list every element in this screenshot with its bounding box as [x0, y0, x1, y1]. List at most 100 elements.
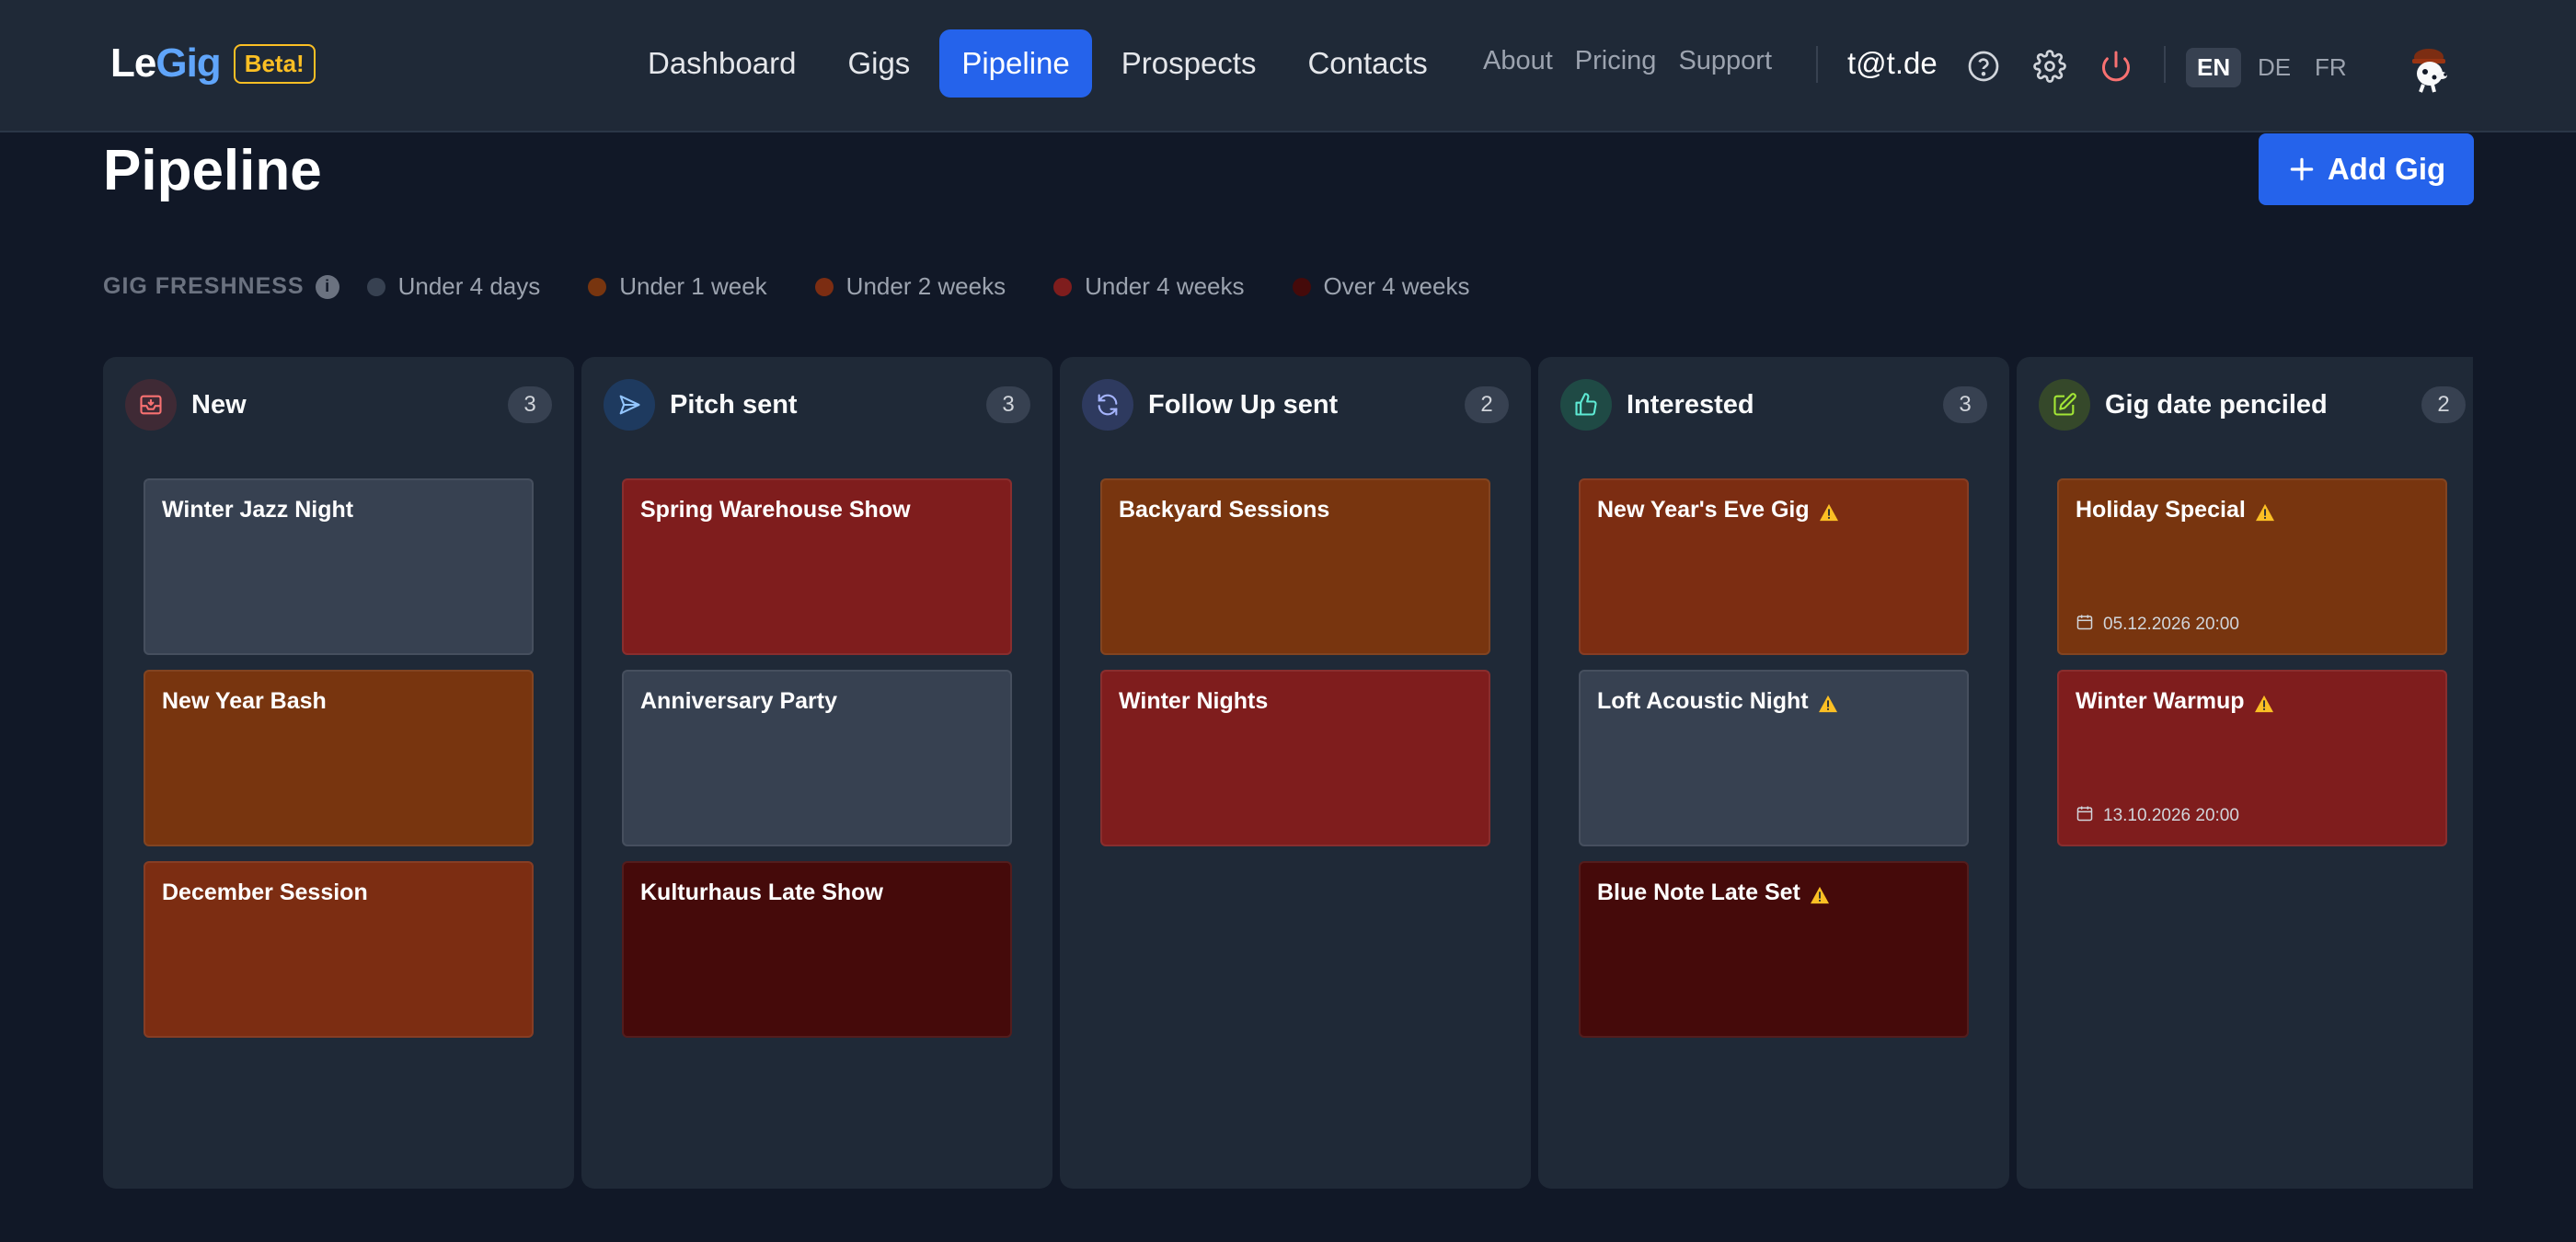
- gig-card-title: Winter Warmup: [2076, 688, 2245, 714]
- inbox-icon: [125, 379, 177, 431]
- gig-date-text: 05.12.2026 20:00: [2103, 615, 2239, 634]
- gig-card[interactable]: December Session: [144, 861, 534, 1038]
- gig-card-title-row: Backyard Sessions: [1119, 497, 1472, 523]
- gig-card[interactable]: Winter Warmup 13.10.2026 20:00: [2057, 670, 2447, 846]
- plus-icon: [2290, 157, 2314, 181]
- gig-card-title-row: Holiday Special: [2076, 497, 2429, 523]
- beta-badge: Beta!: [233, 43, 316, 84]
- gig-card-title-row: Winter Nights: [1119, 688, 1472, 715]
- freshness-legend: GIG FRESHNESS i Under 4 days Under 1 week…: [103, 272, 1517, 301]
- nav-contacts[interactable]: Contacts: [1285, 29, 1449, 98]
- info-icon[interactable]: i: [315, 274, 339, 299]
- freshness-item: Under 2 weeks: [814, 272, 1006, 301]
- nav-prospects[interactable]: Prospects: [1099, 29, 1279, 98]
- gig-card-title: New Year's Eve Gig: [1597, 497, 1810, 523]
- main-nav: Dashboard Gigs Pipeline Prospects Contacts: [626, 29, 1450, 98]
- gig-card-title-row: Winter Warmup: [2076, 688, 2429, 715]
- gig-card-title-row: Spring Warehouse Show: [640, 497, 994, 523]
- nav-pipeline[interactable]: Pipeline: [939, 29, 1092, 98]
- secondary-nav: About Pricing Support: [1483, 46, 1772, 76]
- gig-card[interactable]: Anniversary Party: [622, 670, 1012, 846]
- gig-card-title-row: Winter Jazz Night: [162, 497, 515, 523]
- lang-divider: [2164, 46, 2166, 83]
- settings-icon[interactable]: [2031, 48, 2068, 85]
- gig-card-date: 05.12.2026 20:00: [2076, 613, 2239, 637]
- calendar-icon: [2076, 613, 2094, 637]
- column-new: New 3 Winter Jazz Night New Year Bash Decemb…: [103, 357, 574, 1189]
- gig-card-title-row: Blue Note Late Set: [1597, 880, 1950, 906]
- add-gig-button[interactable]: Add Gig: [2259, 133, 2474, 205]
- gig-card[interactable]: Spring Warehouse Show: [622, 478, 1012, 655]
- freshness-title: GIG FRESHNESS: [103, 273, 305, 299]
- user-email[interactable]: t@t.de: [1847, 46, 1938, 81]
- subnav-support[interactable]: Support: [1678, 46, 1772, 76]
- warning-icon: [2255, 501, 2275, 521]
- lang-en[interactable]: EN: [2186, 48, 2242, 87]
- gig-card-title-row: New Year's Eve Gig: [1597, 497, 1950, 523]
- gig-card-title: Holiday Special: [2076, 497, 2246, 523]
- gig-card[interactable]: Backyard Sessions: [1100, 478, 1490, 655]
- power-icon[interactable]: [2098, 48, 2134, 85]
- logo-text: LeGig: [110, 40, 222, 86]
- freshness-item: Under 1 week: [588, 272, 767, 301]
- lang-de[interactable]: DE: [2247, 48, 2302, 87]
- help-icon[interactable]: [1965, 48, 2002, 85]
- freshness-label: Under 4 days: [397, 272, 541, 300]
- column-gig-date-penciled: Gig date penciled 2 Holiday Special 05.12.2…: [2017, 357, 2473, 1189]
- column-header: Pitch sent 3: [604, 379, 1030, 431]
- freshness-label: Over 4 weeks: [1323, 272, 1470, 300]
- gig-card[interactable]: Blue Note Late Set: [1579, 861, 1969, 1038]
- subnav-pricing[interactable]: Pricing: [1575, 46, 1657, 76]
- gig-card-title-row: Loft Acoustic Night: [1597, 688, 1950, 715]
- column-count-badge: 2: [2421, 386, 2466, 423]
- top-navbar: LeGig Beta! Dashboard Gigs Pipeline Prospec…: [0, 0, 2576, 132]
- gig-card-title: December Session: [162, 880, 368, 905]
- warning-icon: [2254, 693, 2274, 712]
- column-count-badge: 3: [508, 386, 552, 423]
- column-title: Pitch sent: [670, 389, 798, 420]
- gig-card[interactable]: Holiday Special 05.12.2026 20:00: [2057, 478, 2447, 655]
- warning-icon: [1819, 501, 1839, 521]
- column-follow-up-sent: Follow Up sent 2 Backyard Sessions Winter N…: [1060, 357, 1531, 1189]
- logo[interactable]: LeGig Beta!: [110, 40, 316, 86]
- freshness-dot: [814, 277, 834, 296]
- gig-card[interactable]: Kulturhaus Late Show: [622, 861, 1012, 1038]
- lang-fr[interactable]: FR: [2304, 48, 2358, 87]
- gig-card-title: Kulturhaus Late Show: [640, 880, 883, 905]
- gig-card[interactable]: New Year Bash: [144, 670, 534, 846]
- freshness-item: Over 4 weeks: [1292, 272, 1470, 301]
- calendar-icon: [2076, 804, 2094, 828]
- gig-card-title: Winter Nights: [1119, 688, 1269, 714]
- gig-card-title: Loft Acoustic Night: [1597, 688, 1809, 714]
- freshness-items: Under 4 days Under 1 week Under 2 weeks Und…: [366, 272, 1518, 301]
- gig-card-title: New Year Bash: [162, 688, 327, 714]
- column-pitch-sent: Pitch sent 3 Spring Warehouse Show Annivers…: [581, 357, 1052, 1189]
- gig-card-title-row: Kulturhaus Late Show: [640, 880, 994, 906]
- column-title: New: [191, 389, 247, 420]
- avatar[interactable]: [2401, 39, 2456, 94]
- column-header: Interested 3: [1560, 379, 1987, 431]
- gig-card[interactable]: Winter Jazz Night: [144, 478, 534, 655]
- column-interested: Interested 3 New Year's Eve Gig Loft Acoust…: [1538, 357, 2009, 1189]
- add-gig-label: Add Gig: [2327, 152, 2446, 186]
- gig-card[interactable]: Loft Acoustic Night: [1579, 670, 1969, 846]
- pipeline-board: New 3 Winter Jazz Night New Year Bash Decemb…: [103, 357, 2473, 1189]
- column-header: Follow Up sent 2: [1082, 379, 1509, 431]
- gig-card[interactable]: Winter Nights: [1100, 670, 1490, 846]
- nav-dashboard[interactable]: Dashboard: [626, 29, 818, 98]
- nav-gigs[interactable]: Gigs: [825, 29, 932, 98]
- freshness-item: Under 4 days: [366, 272, 541, 301]
- freshness-item: Under 4 weeks: [1053, 272, 1245, 301]
- column-count-badge: 2: [1465, 386, 1509, 423]
- column-title: Interested: [1627, 389, 1754, 420]
- freshness-dot: [366, 277, 385, 296]
- freshness-label: Under 2 weeks: [845, 272, 1006, 300]
- freshness-label: Under 4 weeks: [1085, 272, 1245, 300]
- subnav-about[interactable]: About: [1483, 46, 1553, 76]
- logo-gig: Gig: [155, 40, 221, 86]
- send-icon: [604, 379, 655, 431]
- gig-card[interactable]: New Year's Eve Gig: [1579, 478, 1969, 655]
- gig-card-title-row: New Year Bash: [162, 688, 515, 715]
- freshness-dot: [588, 277, 607, 296]
- gig-card-title-row: December Session: [162, 880, 515, 906]
